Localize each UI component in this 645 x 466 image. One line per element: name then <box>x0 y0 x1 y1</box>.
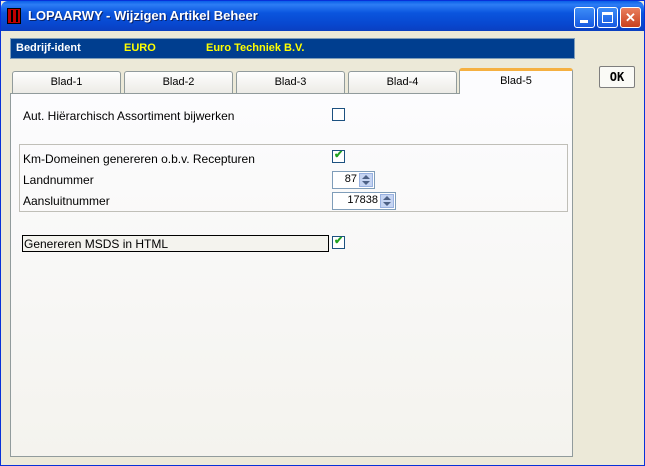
maximize-icon <box>602 12 613 23</box>
landnummer-value[interactable]: 87 <box>335 173 357 185</box>
company-name: Euro Techniek B.V. <box>206 42 305 54</box>
close-button[interactable]: ✕ <box>620 7 641 28</box>
tab-blad-2[interactable]: Blad-2 <box>124 71 233 93</box>
spin-up-icon[interactable] <box>362 175 370 179</box>
minimize-button[interactable] <box>574 7 595 28</box>
tab-blad-5[interactable]: Blad-5 <box>459 68 573 94</box>
application-window: LOPAARWY - Wijzigen Artikel Beheer ✕ Bed… <box>0 0 645 466</box>
app-icon[interactable] <box>7 8 21 24</box>
msds-html-checkbox[interactable]: ✔ <box>332 235 345 249</box>
company-ident-label: Bedrijf-ident <box>16 42 81 54</box>
aansluitnummer-value[interactable]: 17838 <box>335 194 378 206</box>
aut-hierarchisch-checkbox[interactable] <box>332 108 345 121</box>
company-info-bar: Bedrijf-ident EURO Euro Techniek B.V. <box>10 38 575 59</box>
aansluitnummer-spin-buttons[interactable] <box>380 194 394 208</box>
close-icon: ✕ <box>625 10 636 25</box>
msds-html-label: Genereren MSDS in HTML <box>24 237 169 251</box>
window-title: LOPAARWY - Wijzigen Artikel Beheer <box>28 8 258 23</box>
checkmark-icon: ✔ <box>334 149 344 161</box>
ok-button[interactable]: OK <box>599 66 635 88</box>
landnummer-spinbox[interactable]: 87 <box>332 171 375 189</box>
aut-hierarchisch-label: Aut. Hiërarchisch Assortiment bijwerken <box>23 109 235 123</box>
aansluitnummer-spinbox[interactable]: 17838 <box>332 192 396 210</box>
company-code: EURO <box>124 42 156 54</box>
maximize-button[interactable] <box>597 7 618 28</box>
spin-up-icon[interactable] <box>383 196 391 200</box>
tab-blad-4[interactable]: Blad-4 <box>348 71 457 93</box>
km-domeinen-checkbox[interactable]: ✔ <box>332 149 345 163</box>
checkmark-icon: ✔ <box>334 235 344 247</box>
spin-down-icon[interactable] <box>383 202 391 206</box>
landnummer-spin-buttons[interactable] <box>359 173 373 187</box>
minimize-icon <box>580 20 588 23</box>
aansluitnummer-label: Aansluitnummer <box>23 194 110 208</box>
spin-down-icon[interactable] <box>362 181 370 185</box>
title-bar[interactable]: LOPAARWY - Wijzigen Artikel Beheer ✕ <box>1 1 644 31</box>
tab-blad-3[interactable]: Blad-3 <box>236 71 345 93</box>
landnummer-label: Landnummer <box>23 173 94 187</box>
km-domeinen-label: Km-Domeinen genereren o.b.v. Recepturen <box>23 152 255 166</box>
tab-blad-1[interactable]: Blad-1 <box>12 71 121 93</box>
